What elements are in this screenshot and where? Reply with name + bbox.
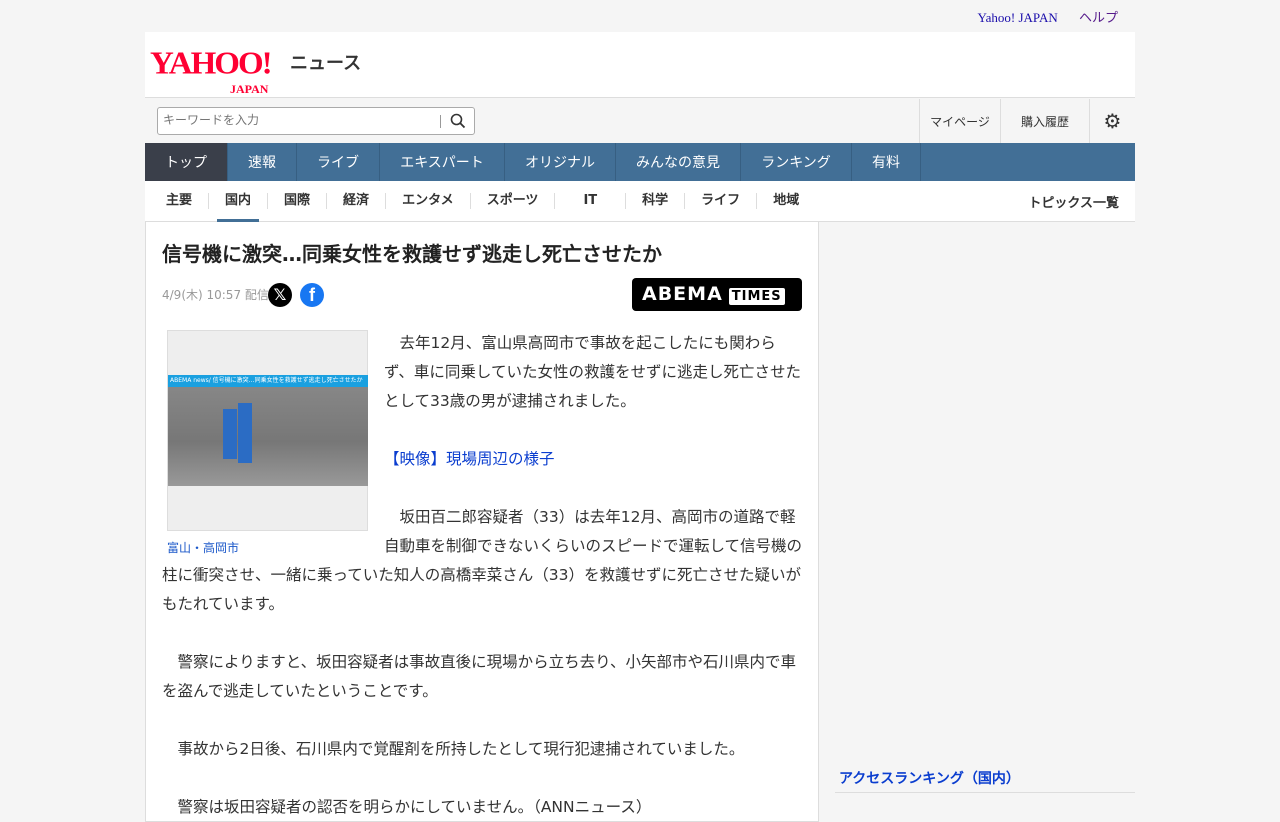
header: YAHOO! JAPAN ニュース [145,32,1135,98]
photo-image: ABEMA news/ 信号機に激突…同乗女性を救護せず逃走し死亡させたか [168,375,368,486]
tab-international[interactable]: 国際 [268,193,328,209]
paragraph: 事故から2日後、石川県内で覚醒剤を所持したとして現行犯逮捕されていました。 [162,740,745,758]
officer-figure [238,403,252,463]
purchase-history-button[interactable]: 購入履歴 [1000,99,1089,143]
publish-date: 4/9(木) 10:57 配信 [162,288,269,302]
search-bar: マイページ 購入履歴 ⚙ [145,99,1135,143]
category-nav: 主要 国内 国際 経済 エンタメ スポーツ IT 科学 ライフ 地域 トピックス… [145,181,1135,222]
tab-entertainment[interactable]: エンタメ [386,193,471,209]
tab-main[interactable]: 主要 [145,193,210,209]
facebook-share-icon[interactable]: f [300,283,324,307]
article-photo[interactable]: ABEMA news/ 信号機に激突…同乗女性を救護せず逃走し死亡させたか [167,330,368,531]
tab-sports[interactable]: スポーツ [471,193,556,209]
tab-life[interactable]: ライフ [685,193,758,209]
access-ranking-heading: アクセスランキング（国内） [835,764,1135,793]
nav-breaking[interactable]: 速報 [228,143,297,181]
tab-science[interactable]: 科学 [626,193,686,209]
nav-paid[interactable]: 有料 [852,143,921,181]
tab-domestic[interactable]: 国内 [209,193,269,222]
nav-top[interactable]: トップ [145,143,228,181]
mypage-button[interactable]: マイページ [919,99,1000,143]
top-utility-bar: Yahoo! JAPAN ヘルプ [145,0,1135,32]
help-link[interactable]: ヘルプ [1079,10,1118,25]
video-link[interactable]: 【映像】現場周辺の様子 [384,450,555,468]
search-input[interactable] [163,113,433,127]
gear-icon: ⚙ [1103,109,1122,133]
article-title: 信号機に激突…同乗女性を救護せず逃走し死亡させたか [162,242,662,266]
yahoo-japan-link[interactable]: Yahoo! JAPAN [978,10,1058,25]
topics-list-link[interactable]: トピックス一覧 [1028,192,1119,211]
nav-expert[interactable]: エキスパート [380,143,505,181]
source-logo[interactable]: ABEMA TIMES [632,278,802,311]
nav-opinions[interactable]: みんなの意見 [616,143,741,181]
nav-original[interactable]: オリジナル [505,143,616,181]
photo-caption[interactable]: 富山・高岡市 [167,539,239,556]
tab-local[interactable]: 地域 [757,193,815,209]
officer-figure [223,409,237,459]
photo-banner: ABEMA news/ 信号機に激突…同乗女性を救護せず逃走し死亡させたか [168,375,368,387]
divider [440,115,441,128]
x-share-icon[interactable]: 𝕏 [268,283,292,307]
paragraph: 警察は坂田容疑者の認否を明らかにしていません。（ANNニュース） [162,798,652,816]
tab-it[interactable]: IT [555,193,627,209]
article: 信号機に激突…同乗女性を救護せず逃走し死亡させたか 4/9(木) 10:57 配… [145,222,819,822]
nav-ranking[interactable]: ランキング [741,143,852,181]
search-box [157,107,475,135]
search-icon[interactable] [450,113,466,129]
nav-live[interactable]: ライブ [297,143,380,181]
global-nav: トップ 速報 ライブ エキスパート オリジナル みんなの意見 ランキング 有料 [145,143,1135,181]
settings-button[interactable]: ⚙ [1089,99,1135,143]
paragraph: 警察によりますと、坂田容疑者は事故直後に現場から立ち去り、小矢部市や石川県内で車… [162,653,796,700]
tab-economy[interactable]: 経済 [327,193,387,209]
